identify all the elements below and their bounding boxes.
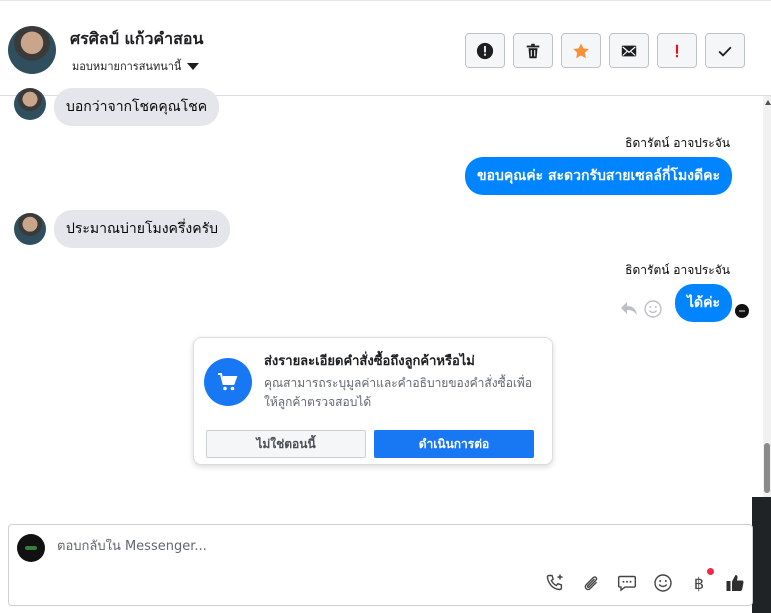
- envelope-icon: [621, 45, 637, 56]
- trash-icon: [526, 43, 540, 58]
- page-avatar: [17, 534, 45, 562]
- reply-icon[interactable]: [620, 300, 638, 316]
- cart-icon-circle: [204, 358, 252, 406]
- sender-avatar: [14, 213, 46, 245]
- like-button[interactable]: [724, 572, 746, 594]
- contact-name[interactable]: ศรศิลป์ แก้วคำสอน: [70, 27, 203, 52]
- scrollbar-thumb[interactable]: [764, 443, 770, 493]
- chat-bubble-icon: [618, 575, 636, 592]
- conversation-toolbar: [465, 33, 745, 68]
- sender-name: ธิดารัตน์ อาจประจัน: [625, 136, 730, 150]
- phone-plus-icon: [546, 574, 563, 591]
- delete-button[interactable]: [513, 33, 553, 68]
- message-bubble-outgoing[interactable]: ได้ค่ะ: [674, 284, 732, 322]
- assign-conversation-dropdown[interactable]: มอบหมายการสนทนานี้: [72, 57, 200, 75]
- emoji-button[interactable]: [652, 572, 674, 594]
- message-bubble-incoming[interactable]: ประมาณบ่ายโมงครึ่งครับ: [54, 210, 231, 248]
- message-bubble-incoming[interactable]: บอกว่าจากโชคคุณโชค: [54, 88, 220, 126]
- attach-button[interactable]: [580, 572, 602, 594]
- card-title: ส่งรายละเอียดคำสั่งซื้อถึงลูกค้าหรือไม่: [264, 354, 475, 369]
- react-emoji-icon[interactable]: [644, 300, 662, 318]
- mark-unread-button[interactable]: [609, 33, 649, 68]
- reply-composer: ฿: [8, 524, 753, 606]
- check-icon: [718, 46, 732, 57]
- seen-indicator-avatar: [735, 304, 749, 318]
- reply-input[interactable]: [57, 539, 657, 554]
- alert-circle-icon: [476, 42, 494, 59]
- exclamation-icon: [675, 44, 679, 57]
- send-order-details-card: ส่งรายละเอียดคำสั่งซื้อถึงลูกค้าหรือไม่ …: [193, 337, 553, 465]
- star-button[interactable]: [561, 33, 601, 68]
- assign-label: มอบหมายการสนทนานี้: [72, 60, 182, 73]
- conversation-header: ศรศิลป์ แก้วคำสอน มอบหมายการสนทนานี้: [0, 0, 771, 96]
- report-spam-button[interactable]: [465, 33, 505, 68]
- continue-button[interactable]: ดำเนินการต่อ: [374, 430, 534, 458]
- payment-button[interactable]: ฿: [688, 568, 714, 594]
- mark-done-button[interactable]: [705, 33, 745, 68]
- baht-icon: ฿: [693, 573, 705, 593]
- thumbs-up-icon: [726, 575, 744, 591]
- contact-avatar[interactable]: [8, 26, 56, 74]
- card-description: คุณสามารถระบุมูลค่าและคำอธิบายของคำสั่งซ…: [264, 376, 533, 409]
- shopping-cart-icon: [218, 373, 238, 391]
- notification-dot: [707, 568, 714, 575]
- scroll-up-arrow-icon[interactable]: [765, 100, 771, 105]
- not-now-button[interactable]: ไม่ใช่ตอนนี้: [206, 430, 366, 458]
- sender-name: ธิดารัตน์ อาจประจัน: [625, 263, 730, 277]
- caret-down-icon: [187, 62, 200, 70]
- flag-button[interactable]: [657, 33, 697, 68]
- sender-avatar: [14, 88, 46, 120]
- message-bubble-outgoing[interactable]: ขอบคุณค่ะ สะดวกรับสายเซลล์กี่โมงดีคะ: [465, 157, 732, 195]
- paperclip-icon: [584, 576, 598, 591]
- emoji-icon: [654, 574, 672, 592]
- call-button[interactable]: [544, 572, 566, 594]
- star-icon: [573, 42, 589, 58]
- composer-tools: ฿: [544, 568, 746, 594]
- side-panel-edge: [752, 497, 771, 613]
- saved-replies-button[interactable]: [616, 572, 638, 594]
